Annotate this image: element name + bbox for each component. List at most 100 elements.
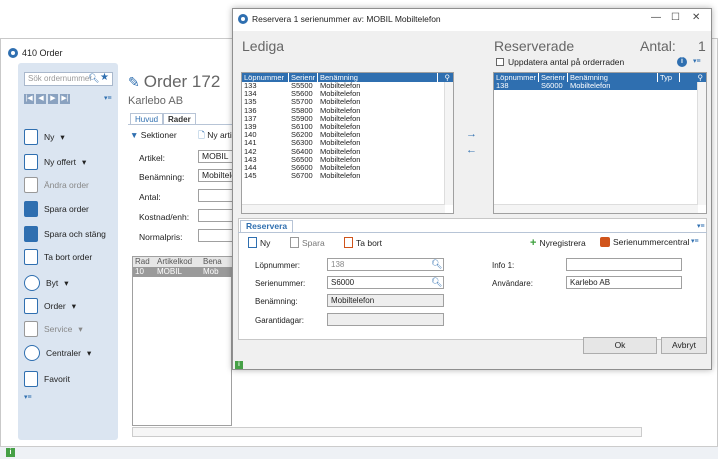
- save-icon: [290, 237, 299, 248]
- table-row[interactable]: 134 S5600 Mobiltelefon: [242, 90, 453, 98]
- table-cell: Mob: [203, 267, 219, 276]
- sidebar-icon: [24, 371, 38, 387]
- column-header[interactable]: Typ: [658, 73, 680, 82]
- update-quantity-checkbox[interactable]: Uppdatera antal på orderraden: [496, 57, 624, 67]
- anvandare-input[interactable]: Karlebo AB: [566, 276, 682, 289]
- checkbox-box[interactable]: [496, 58, 504, 66]
- sidebar-icon: [24, 226, 38, 242]
- table-cell: S6500: [291, 155, 313, 164]
- table-row[interactable]: 135 S5700 Mobiltelefon: [242, 98, 453, 106]
- table-header-cell: Bena: [203, 257, 222, 266]
- move-right-arrow-icon[interactable]: →: [466, 128, 477, 140]
- table-row[interactable]: 140 S6200 Mobiltelefon: [242, 131, 453, 139]
- sidebar-item-2[interactable]: Ändra order: [24, 176, 89, 194]
- info1-input[interactable]: [566, 258, 682, 271]
- column-header[interactable]: Serienr: [539, 73, 568, 82]
- sidebar-item-5[interactable]: Ta bort order: [24, 248, 92, 266]
- column-header[interactable]: Serienr: [289, 73, 318, 82]
- ny-artikel-button[interactable]: 🗋︎ Ny arti: [198, 130, 232, 144]
- panel-pin-icon[interactable]: ▾≡: [697, 222, 705, 230]
- column-header[interactable]: Benämning: [568, 73, 658, 82]
- horizontal-scrollbar[interactable]: [132, 427, 642, 437]
- table-cell: 143: [244, 155, 257, 164]
- pin-icon[interactable]: ⚲: [438, 73, 453, 82]
- spara-button[interactable]: Spara: [290, 237, 325, 248]
- ta-bort-button[interactable]: Ta bort: [344, 237, 382, 248]
- table-row[interactable]: 143 S6500 Mobiltelefon: [242, 156, 453, 164]
- nyregistrera-button[interactable]: + Nyregistrera: [530, 237, 586, 249]
- move-left-arrow-icon[interactable]: ←: [466, 144, 477, 156]
- panel-menu-icon[interactable]: ▾≡: [24, 393, 32, 401]
- table-cell: Mobiltelefon: [320, 163, 361, 172]
- form-input[interactable]: [198, 189, 234, 202]
- ok-button[interactable]: Ok: [583, 337, 657, 354]
- horizontal-scrollbar[interactable]: [494, 204, 698, 213]
- sidebar-item-8[interactable]: Service ▾: [24, 320, 83, 338]
- table-cell: 144: [244, 163, 257, 172]
- tab-reservera[interactable]: Reservera: [240, 220, 294, 232]
- minimize-icon[interactable]: —: [651, 12, 661, 23]
- table-row[interactable]: 145 S6700 Mobiltelefon: [242, 172, 453, 180]
- table-row[interactable]: 139 S6100 Mobiltelefon: [242, 123, 453, 131]
- search-icon[interactable]: 🔍︎: [431, 259, 442, 270]
- last-record-icon[interactable]: ▶|: [60, 94, 70, 104]
- table-row[interactable]: 136 S5800 Mobiltelefon: [242, 107, 453, 115]
- ny-button[interactable]: Ny: [248, 237, 270, 248]
- close-icon[interactable]: ✕: [692, 12, 700, 23]
- table-cell: S6000: [541, 82, 563, 90]
- form-input[interactable]: MOBIL: [198, 150, 234, 163]
- sidebar-item-7[interactable]: Order ▾: [24, 297, 76, 315]
- toolbar-menu-icon[interactable]: ▾≡: [691, 237, 699, 245]
- sidebar-item-10[interactable]: Favorit: [24, 370, 70, 388]
- table-cell: S5500: [291, 82, 313, 90]
- serienummercentral-button[interactable]: Serienummercentral: [600, 237, 690, 247]
- table-cell: Mobiltelefon: [320, 147, 361, 156]
- column-header[interactable]: Benämning: [318, 73, 438, 82]
- search-icon[interactable]: 🔍︎: [88, 73, 99, 83]
- search-icon[interactable]: 🔍︎: [431, 277, 442, 288]
- lopnummer-input[interactable]: 138: [327, 258, 444, 271]
- star-icon[interactable]: ★: [100, 72, 109, 83]
- first-record-icon[interactable]: |◀: [24, 94, 34, 104]
- status-bar: [0, 446, 718, 459]
- pin-icon[interactable]: ⚲: [680, 73, 706, 82]
- sidebar-item-6[interactable]: Byt ▾: [24, 274, 69, 292]
- vertical-scrollbar[interactable]: [697, 82, 706, 205]
- form-input[interactable]: [198, 229, 234, 242]
- maximize-icon[interactable]: ☐: [671, 12, 680, 23]
- sidebar-item-1[interactable]: Ny offert ▾: [24, 153, 86, 171]
- form-input[interactable]: Mobiltele: [198, 169, 236, 182]
- sektioner-toggle[interactable]: ▼ Sektioner: [130, 130, 177, 140]
- table-row[interactable]: 138 S6000 Mobiltelefon: [494, 82, 706, 91]
- sidebar-item-4[interactable]: Spara och stäng: [24, 225, 106, 243]
- serienummer-input[interactable]: S6000: [327, 276, 444, 289]
- table-row[interactable]: 141 S6300 Mobiltelefon: [242, 139, 453, 147]
- info-icon[interactable]: i: [235, 361, 243, 369]
- table-row[interactable]: 144 S6600 Mobiltelefon: [242, 164, 453, 172]
- sidebar-item-3[interactable]: Spara order: [24, 200, 89, 218]
- vertical-scrollbar[interactable]: [444, 82, 453, 205]
- table-row[interactable]: 137 S5900 Mobiltelefon: [242, 115, 453, 123]
- table-row[interactable]: 10 MOBIL Mob: [133, 267, 232, 277]
- sidebar-item-0[interactable]: Ny ▾: [24, 128, 65, 146]
- ta-bort-label: Ta bort: [356, 237, 382, 248]
- chevron-down-icon: ▾: [86, 347, 92, 358]
- garantidagar-field: [327, 313, 444, 326]
- sidebar-icon: [24, 201, 38, 217]
- sidebar-item-label: Favorit: [44, 374, 70, 384]
- horizontal-scrollbar[interactable]: [242, 204, 445, 213]
- avbryt-button[interactable]: Avbryt: [661, 337, 707, 354]
- column-header[interactable]: Löpnummer: [494, 73, 539, 82]
- column-header[interactable]: Löpnummer: [242, 73, 289, 82]
- table-row[interactable]: 133 S5500 Mobiltelefon: [242, 82, 453, 90]
- panel-menu-icon[interactable]: ▾≡: [693, 57, 701, 65]
- panel-menu-icon[interactable]: ▾≡: [104, 94, 112, 102]
- prev-record-icon[interactable]: ◀: [36, 94, 46, 104]
- info-icon[interactable]: i: [6, 448, 15, 457]
- table-row[interactable]: 142 S6400 Mobiltelefon: [242, 148, 453, 156]
- info-icon[interactable]: i: [677, 57, 687, 67]
- sidebar-item-9[interactable]: Centraler ▾: [24, 344, 91, 362]
- form-input[interactable]: [198, 209, 234, 222]
- form-label: Benämning:: [139, 172, 185, 182]
- next-record-icon[interactable]: ▶: [48, 94, 58, 104]
